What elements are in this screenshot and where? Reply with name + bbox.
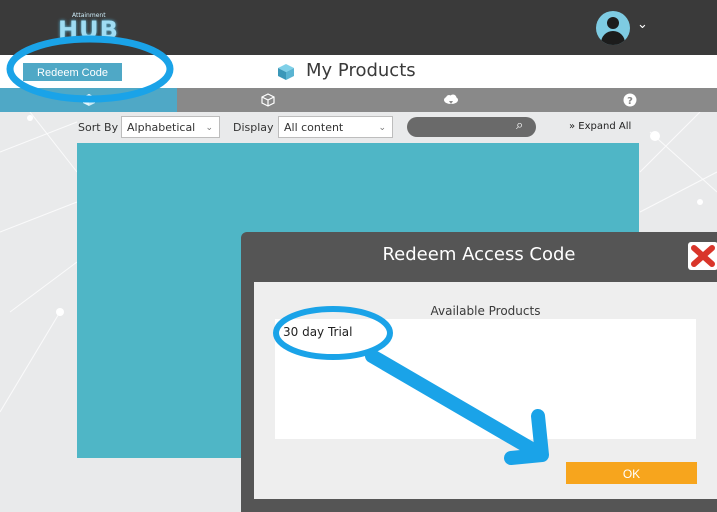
search-icon[interactable]: ⌕ (516, 118, 523, 133)
close-button[interactable] (688, 242, 717, 270)
hub-logo[interactable]: HUB (58, 16, 119, 44)
cube-outline-icon (260, 93, 275, 107)
tab-help[interactable]: ? (543, 88, 717, 112)
list-item[interactable]: 30 day Trial (283, 325, 353, 339)
tab-content[interactable] (177, 88, 358, 112)
tab-products[interactable] (0, 88, 177, 112)
cloud-download-icon (443, 93, 459, 107)
available-products-label: Available Products (430, 304, 541, 318)
cube-icon (277, 63, 295, 81)
page-title: My Products (306, 60, 416, 81)
ok-button[interactable]: OK (566, 462, 697, 484)
sort-by-label: Sort By (78, 121, 119, 134)
chevron-down-icon[interactable]: ⌄ (637, 17, 648, 32)
products-tab-icon (82, 93, 96, 107)
user-avatar-icon[interactable] (596, 11, 630, 45)
redeem-code-button[interactable]: Redeem Code (23, 63, 122, 81)
expand-all-link[interactable]: » Expand All (569, 121, 631, 132)
chevron-down-icon: ⌄ (205, 123, 213, 133)
chevron-down-icon: ⌄ (378, 123, 386, 133)
svg-text:?: ? (627, 96, 633, 107)
sort-by-select[interactable]: Alphabetical ⌄ (121, 116, 220, 138)
dialog-title: Redeem Access Code (382, 244, 576, 265)
display-label: Display (233, 121, 274, 134)
sort-by-value: Alphabetical (127, 121, 196, 134)
display-value: All content (284, 121, 344, 134)
help-icon: ? (623, 93, 637, 107)
display-select[interactable]: All content ⌄ (278, 116, 393, 138)
tab-downloads[interactable] (358, 88, 543, 112)
